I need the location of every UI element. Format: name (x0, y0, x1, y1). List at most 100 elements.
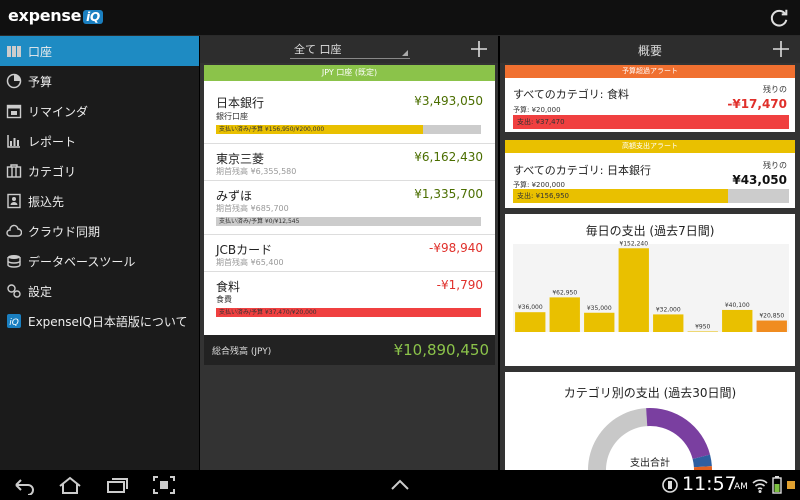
account-name: 食料 (216, 280, 241, 294)
opening-balance: 期首残高 ¥65,400 (216, 258, 284, 267)
account-name: 日本銀行 (216, 96, 265, 110)
daily-spending-bar (722, 309, 753, 332)
alert-title: すべてのカテゴリ: 食料 (513, 88, 629, 101)
sidebar-item-cloud[interactable]: クラウド同期 (0, 216, 199, 246)
daily-spending-bar-chart: ¥36,000 ¥62,950 ¥35,000 ¥152,240 ¥32,000 ¥950… (513, 240, 789, 332)
refresh-icon[interactable] (768, 7, 790, 29)
bar-data-label: ¥40,100 (725, 302, 750, 309)
spending-progress-label: 支出: ¥156,950 (517, 192, 569, 200)
sidebar-item-database[interactable]: データベースツール (0, 246, 199, 276)
budget-progress-bar: 支払い済み/予算 ¥156,950/¥200,000 (216, 125, 481, 134)
spending-progress-bar: 支出: ¥37,470 (513, 115, 789, 129)
recent-apps-icon[interactable] (105, 475, 129, 495)
account-filter-dropdown[interactable]: 全て 口座 (290, 41, 410, 59)
budget-progress-label: 支払い済み/予算 ¥156,950/¥200,000 (219, 126, 325, 133)
bar-data-label: ¥950 (695, 323, 710, 330)
app-logo-icon: iQ (6, 313, 22, 329)
sidebar-item-label: レポート (28, 134, 77, 149)
bar-data-label: ¥36,000 (518, 304, 543, 311)
action-bar: expense iQ (0, 0, 800, 36)
cloud-icon (6, 223, 22, 239)
navigation-drawer: 口座予算リマインダレポートカテゴリ振込先クラウド同期データベースツール 設定 iQ E… (0, 36, 199, 470)
donut-center-label: 支出合計 (630, 458, 670, 469)
bar-data-label: ¥152,240 (619, 240, 648, 247)
sidebar-item-label: クラウド同期 (28, 224, 101, 239)
account-name: みずほ (216, 189, 253, 203)
notification-icon (787, 481, 795, 489)
sidebar-item-label: 口座 (28, 44, 53, 59)
sidebar-item-settings[interactable]: 設定 (0, 276, 199, 306)
report-icon (6, 133, 22, 149)
sidebar-item-payee[interactable]: 振込先 (0, 186, 199, 216)
total-balance-bar: 総合残高 (JPY) ¥10,890,450 (204, 335, 495, 365)
sidebar-item-accounts[interactable]: 口座 (0, 36, 199, 66)
add-overview-icon[interactable] (772, 40, 790, 58)
overview-title: 概要 (637, 44, 662, 58)
bar-data-label: ¥32,000 (656, 306, 681, 313)
alert-title: すべてのカテゴリ: 日本銀行 (513, 164, 651, 177)
bar-data-label: ¥62,950 (552, 289, 577, 296)
account-balance: ¥1,335,700 (414, 187, 483, 201)
dropdown-triangle-icon (402, 50, 408, 56)
account-name: JCBカード (216, 243, 273, 257)
account-row-jcb-card[interactable]: JCBカード -¥98,940 期首残高 ¥65,400 (204, 235, 495, 272)
chevron-up-icon[interactable] (388, 475, 412, 495)
back-icon[interactable] (12, 475, 36, 495)
remaining-amount: ¥43,050 (732, 173, 787, 187)
sidebar-item-calendar[interactable]: リマインダ (0, 96, 199, 126)
budget-amount: 予算: ¥20,000 (513, 106, 561, 114)
settings-icon (6, 283, 22, 299)
sidebar-item-label: 予算 (28, 74, 53, 89)
account-row-nihon-ginko[interactable]: 日本銀行 ¥3,493,050 銀行口座 支払い済み/予算 ¥156,950/¥… (204, 81, 495, 144)
sidebar-item-category[interactable]: カテゴリ (0, 156, 199, 186)
sidebar-item-label: 設定 (28, 284, 53, 299)
budget-icon (6, 73, 22, 89)
remaining-label: 残りの (763, 161, 787, 170)
spending-progress-bar: 支出: ¥156,950 (513, 189, 789, 203)
bar-data-label: ¥35,000 (587, 305, 612, 312)
sidebar-item-label: データベースツール (28, 254, 136, 269)
daily-spending-bar (584, 312, 615, 332)
sidebar-item-budget[interactable]: 予算 (0, 66, 199, 96)
high-spend-alert-card[interactable]: 高額支出アラート すべてのカテゴリ: 日本銀行 残りの ¥43,050 予算: … (505, 140, 795, 208)
sidebar-item-report[interactable]: レポート (0, 126, 199, 156)
calendar-icon (6, 103, 22, 119)
budget-progress-bar: 支払い済み/予算 ¥0/¥12,545 (216, 217, 481, 226)
account-row-tokyo-mitsubishi[interactable]: 東京三菱 ¥6,162,430 期首残高 ¥6,355,580 (204, 144, 495, 181)
category-spending-chart-card[interactable]: カテゴリ別の支出 (過去30日間) 支出合計 (505, 372, 795, 470)
over-budget-alert-card[interactable]: 予算超過アラート すべてのカテゴリ: 食料 残りの -¥17,470 予算: ¥… (505, 65, 795, 132)
home-icon[interactable] (58, 475, 82, 495)
daily-spending-bar (549, 297, 580, 332)
category-icon (6, 163, 22, 179)
budget-progress-label: 支払い済み/予算 ¥0/¥12,545 (219, 218, 300, 225)
total-balance-label: 総合残高 (JPY) (212, 347, 272, 357)
account-row-food[interactable]: 食料 -¥1,790 食費 支払い済み/予算 ¥37,470/¥20,000 (204, 272, 495, 332)
wifi-icon (752, 479, 768, 493)
spending-progress-label: 支出: ¥37,470 (517, 118, 565, 126)
account-filter-value: 全て 口座 (294, 43, 342, 56)
add-account-icon[interactable] (470, 40, 488, 58)
daily-spending-bar (756, 320, 787, 332)
app-logo: expense iQ (8, 6, 103, 25)
daily-spending-bar (687, 331, 718, 332)
account-name: 東京三菱 (216, 152, 265, 166)
account-row-mizuho[interactable]: みずほ ¥1,335,700 期首残高 ¥685,700 支払い済み/予算 ¥0… (204, 181, 495, 235)
system-navigation-bar: 11:57 AM (0, 470, 800, 500)
over-budget-alert-header: 予算超過アラート (505, 65, 795, 78)
high-spend-alert-header: 高額支出アラート (505, 140, 795, 153)
screenshot-icon[interactable] (152, 475, 176, 495)
sidebar-item-label: カテゴリ (28, 164, 77, 179)
daily-spending-bar (515, 312, 546, 332)
logo-badge: iQ (83, 10, 103, 24)
account-group-header: JPY 口座 (既定) (204, 65, 495, 81)
sidebar-item-label: ExpenseIQ日本語版について (28, 314, 188, 329)
remaining-amount: -¥17,470 (727, 97, 787, 111)
daily-spending-bar (618, 248, 649, 332)
account-type: 食費 (216, 295, 232, 304)
accounts-header: 全て 口座 (200, 36, 498, 63)
status-clock: 11:57 (682, 473, 737, 495)
daily-spending-chart-card[interactable]: 毎日の支出 (過去7日間) ¥36,000 ¥62,950 ¥35,000 ¥152,… (505, 214, 795, 366)
sidebar-item-app-logo[interactable]: iQ ExpenseIQ日本語版について (0, 306, 199, 336)
svg-text:iQ: iQ (9, 318, 19, 328)
remaining-label: 残りの (763, 85, 787, 94)
